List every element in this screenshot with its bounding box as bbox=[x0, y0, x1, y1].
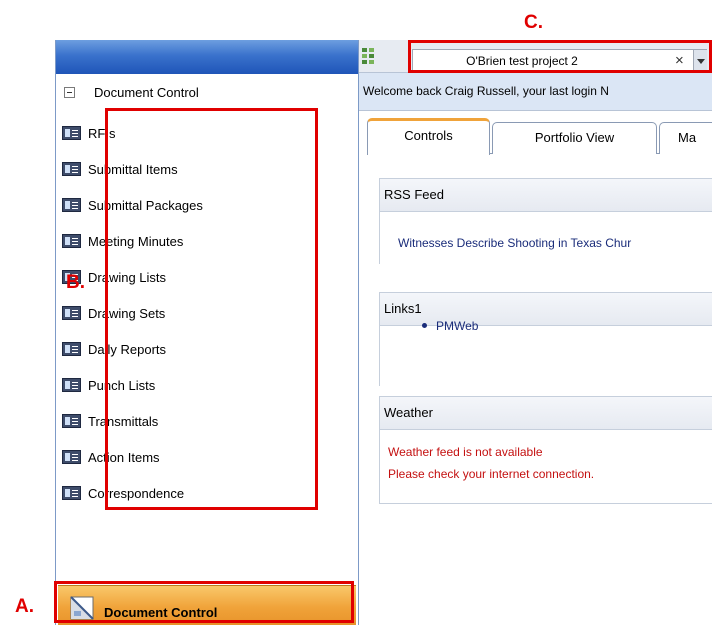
weather-title: Weather bbox=[384, 405, 433, 420]
form-icon bbox=[62, 234, 81, 248]
welcome-bar: Welcome back Craig Russell, your last lo… bbox=[359, 73, 712, 111]
form-icon bbox=[62, 306, 81, 320]
callout-label-c: C. bbox=[524, 12, 543, 33]
form-icon bbox=[62, 162, 81, 176]
weather-error-message: Weather feed is not available bbox=[388, 445, 543, 459]
rss-feed-link[interactable]: Witnesses Describe Shooting in Texas Chu… bbox=[398, 236, 631, 250]
callout-label-a: A. bbox=[15, 596, 34, 617]
bullet-icon bbox=[422, 323, 427, 328]
main-content-panel: O'Brien test project 2 × Welcome back Cr… bbox=[359, 40, 712, 625]
dashboard-tabs: Controls Portfolio View Ma bbox=[367, 118, 712, 155]
callout-box-c bbox=[408, 40, 712, 73]
tab-controls[interactable]: Controls bbox=[367, 118, 490, 155]
grip-icon[interactable] bbox=[361, 47, 375, 69]
form-icon bbox=[62, 378, 81, 392]
form-icon bbox=[62, 414, 81, 428]
rss-feed-title: RSS Feed bbox=[384, 187, 444, 202]
form-icon bbox=[62, 486, 81, 500]
form-icon bbox=[62, 342, 81, 356]
rss-feed-header: RSS Feed bbox=[380, 178, 712, 212]
welcome-message: Welcome back Craig Russell, your last lo… bbox=[363, 84, 609, 98]
tab-portfolio-view[interactable]: Portfolio View bbox=[492, 122, 657, 154]
weather-header: Weather bbox=[380, 396, 712, 430]
form-icon bbox=[62, 450, 81, 464]
callout-box-b bbox=[105, 108, 318, 510]
links-header: Links1 bbox=[380, 292, 712, 326]
collapse-icon[interactable] bbox=[64, 86, 75, 98]
rss-feed-widget: RSS Feed Witnesses Describe Shooting in … bbox=[379, 178, 712, 264]
form-icon bbox=[62, 126, 81, 140]
links-title: Links1 bbox=[384, 301, 422, 316]
weather-widget: Weather Weather feed is not available Pl… bbox=[379, 396, 712, 504]
weather-connection-hint: Please check your internet connection. bbox=[388, 467, 595, 481]
tree-root-label: Document Control bbox=[94, 84, 199, 100]
pmweb-link[interactable]: PMWeb bbox=[436, 319, 478, 333]
tree-root-document-control[interactable]: Document Control bbox=[64, 82, 199, 102]
tab-ma[interactable]: Ma bbox=[659, 122, 712, 154]
form-icon bbox=[62, 198, 81, 212]
left-panel-header bbox=[56, 40, 358, 74]
callout-box-a bbox=[54, 581, 354, 623]
links-widget: Links1 PMWeb bbox=[379, 292, 712, 386]
callout-label-b: B. bbox=[66, 272, 85, 293]
